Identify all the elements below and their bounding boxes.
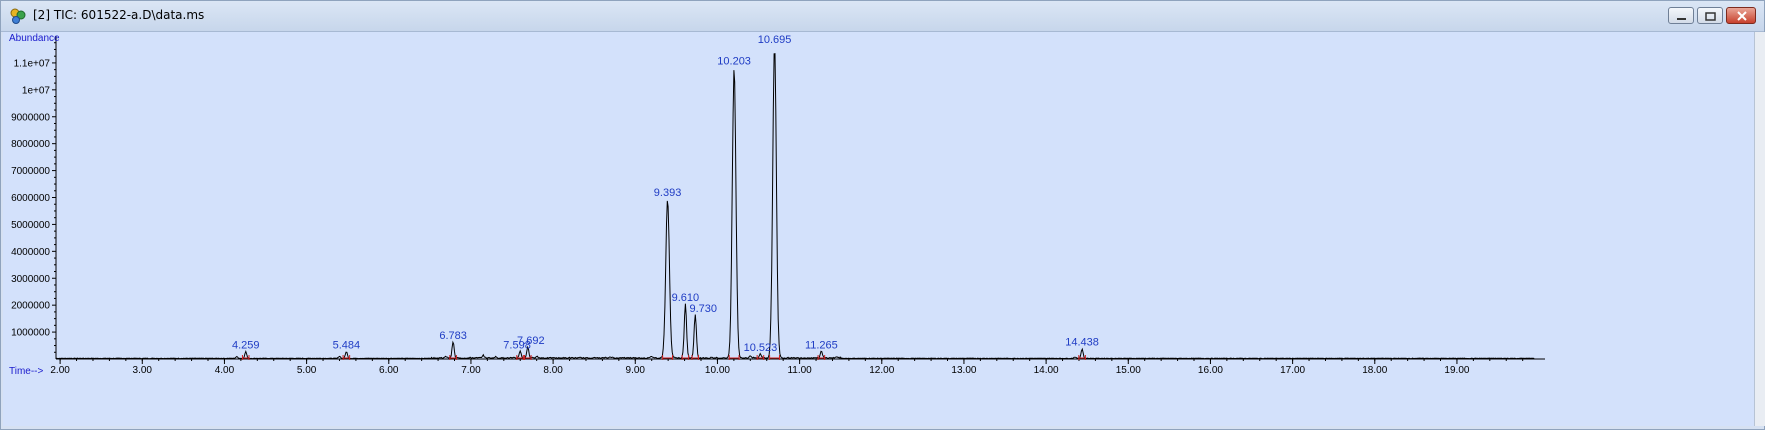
minimize-button[interactable] <box>1668 7 1694 24</box>
x-tick-label: 7.00 <box>461 365 481 376</box>
peak-label-10.523: 10.523 <box>744 342 778 354</box>
x-tick-label: 8.00 <box>543 365 563 376</box>
x-tick-label: 19.00 <box>1444 365 1469 376</box>
peak-label-10.695: 10.695 <box>758 34 792 46</box>
close-button[interactable] <box>1726 7 1756 24</box>
peak-label-14.438: 14.438 <box>1065 337 1099 349</box>
chromatogram-window: [2] TIC: 601522-a.D\data.ms 1000000 20000… <box>0 0 1765 430</box>
x-tick-label: 3.00 <box>133 365 153 376</box>
close-icon <box>1737 11 1747 21</box>
tic-trace-layer <box>56 53 1535 360</box>
x-tick-label: 6.00 <box>379 365 399 376</box>
x-tick-label: 16.00 <box>1198 365 1223 376</box>
minimize-icon <box>1677 18 1686 20</box>
x-tick-label: 15.00 <box>1116 365 1141 376</box>
y-tick-label: 8000000 <box>11 139 50 150</box>
x-tick-label: 9.00 <box>626 365 646 376</box>
x-axis-title: Time--> <box>9 366 44 377</box>
chromatogram-app-icon <box>10 8 26 24</box>
x-tick-label: 5.00 <box>297 365 317 376</box>
x-tick-label: 11.00 <box>787 365 812 376</box>
peak-label-9.730: 9.730 <box>689 303 717 315</box>
y-tick-label: 7000000 <box>11 166 50 177</box>
peak-label-6.783: 6.783 <box>439 330 467 342</box>
y-tick-label: 1000000 <box>11 328 50 339</box>
peak-label-4.259: 4.259 <box>232 339 260 351</box>
peak-label-9.393: 9.393 <box>654 187 682 199</box>
x-tick-label: 10.00 <box>705 365 730 376</box>
x-tick-label: 2.00 <box>50 365 70 376</box>
y-tick-label: 1.1e+07 <box>14 58 51 69</box>
y-tick-label: 1e+07 <box>22 85 51 96</box>
chromatogram-plot[interactable]: 1000000 2000000 3000000 4000000 5000000 60000… <box>3 32 1754 426</box>
x-tick-label: 14.00 <box>1034 365 1059 376</box>
y-tick-label: 6000000 <box>11 193 50 204</box>
tic-trace <box>56 53 1535 360</box>
y-tick-label: 2000000 <box>11 301 50 312</box>
window-title: [2] TIC: 601522-a.D\data.ms <box>33 8 205 22</box>
y-tick-label: 3000000 <box>11 274 50 285</box>
x-tick-label: 12.00 <box>869 365 894 376</box>
x-tick-label: 18.00 <box>1362 365 1387 376</box>
peak-label-7.692: 7.692 <box>517 335 545 347</box>
chromatogram-chart: 1000000 2000000 3000000 4000000 5000000 60000… <box>9 33 1545 377</box>
y-tick-label: 4000000 <box>11 247 50 258</box>
x-tick-label: 17.00 <box>1280 365 1305 376</box>
vertical-scrollbar[interactable] <box>1754 32 1765 426</box>
peak-labels: 4.259 5.4846.7837.5987.6929.3939.6109.730… <box>232 34 1099 354</box>
peak-label-5.484: 5.484 <box>333 339 361 351</box>
peak-label-11.265: 11.265 <box>805 339 838 351</box>
x-tick-label: 4.00 <box>215 365 235 376</box>
peak-label-10.203: 10.203 <box>717 55 751 67</box>
x-tick-label: 13.00 <box>951 365 976 376</box>
restore-button[interactable] <box>1697 7 1723 24</box>
y-axis-title: Abundance <box>9 33 60 44</box>
title-bar[interactable]: [2] TIC: 601522-a.D\data.ms <box>1 1 1764 32</box>
restore-icon <box>1705 12 1716 21</box>
y-tick-label: 5000000 <box>11 220 50 231</box>
y-tick-label: 9000000 <box>11 112 50 123</box>
